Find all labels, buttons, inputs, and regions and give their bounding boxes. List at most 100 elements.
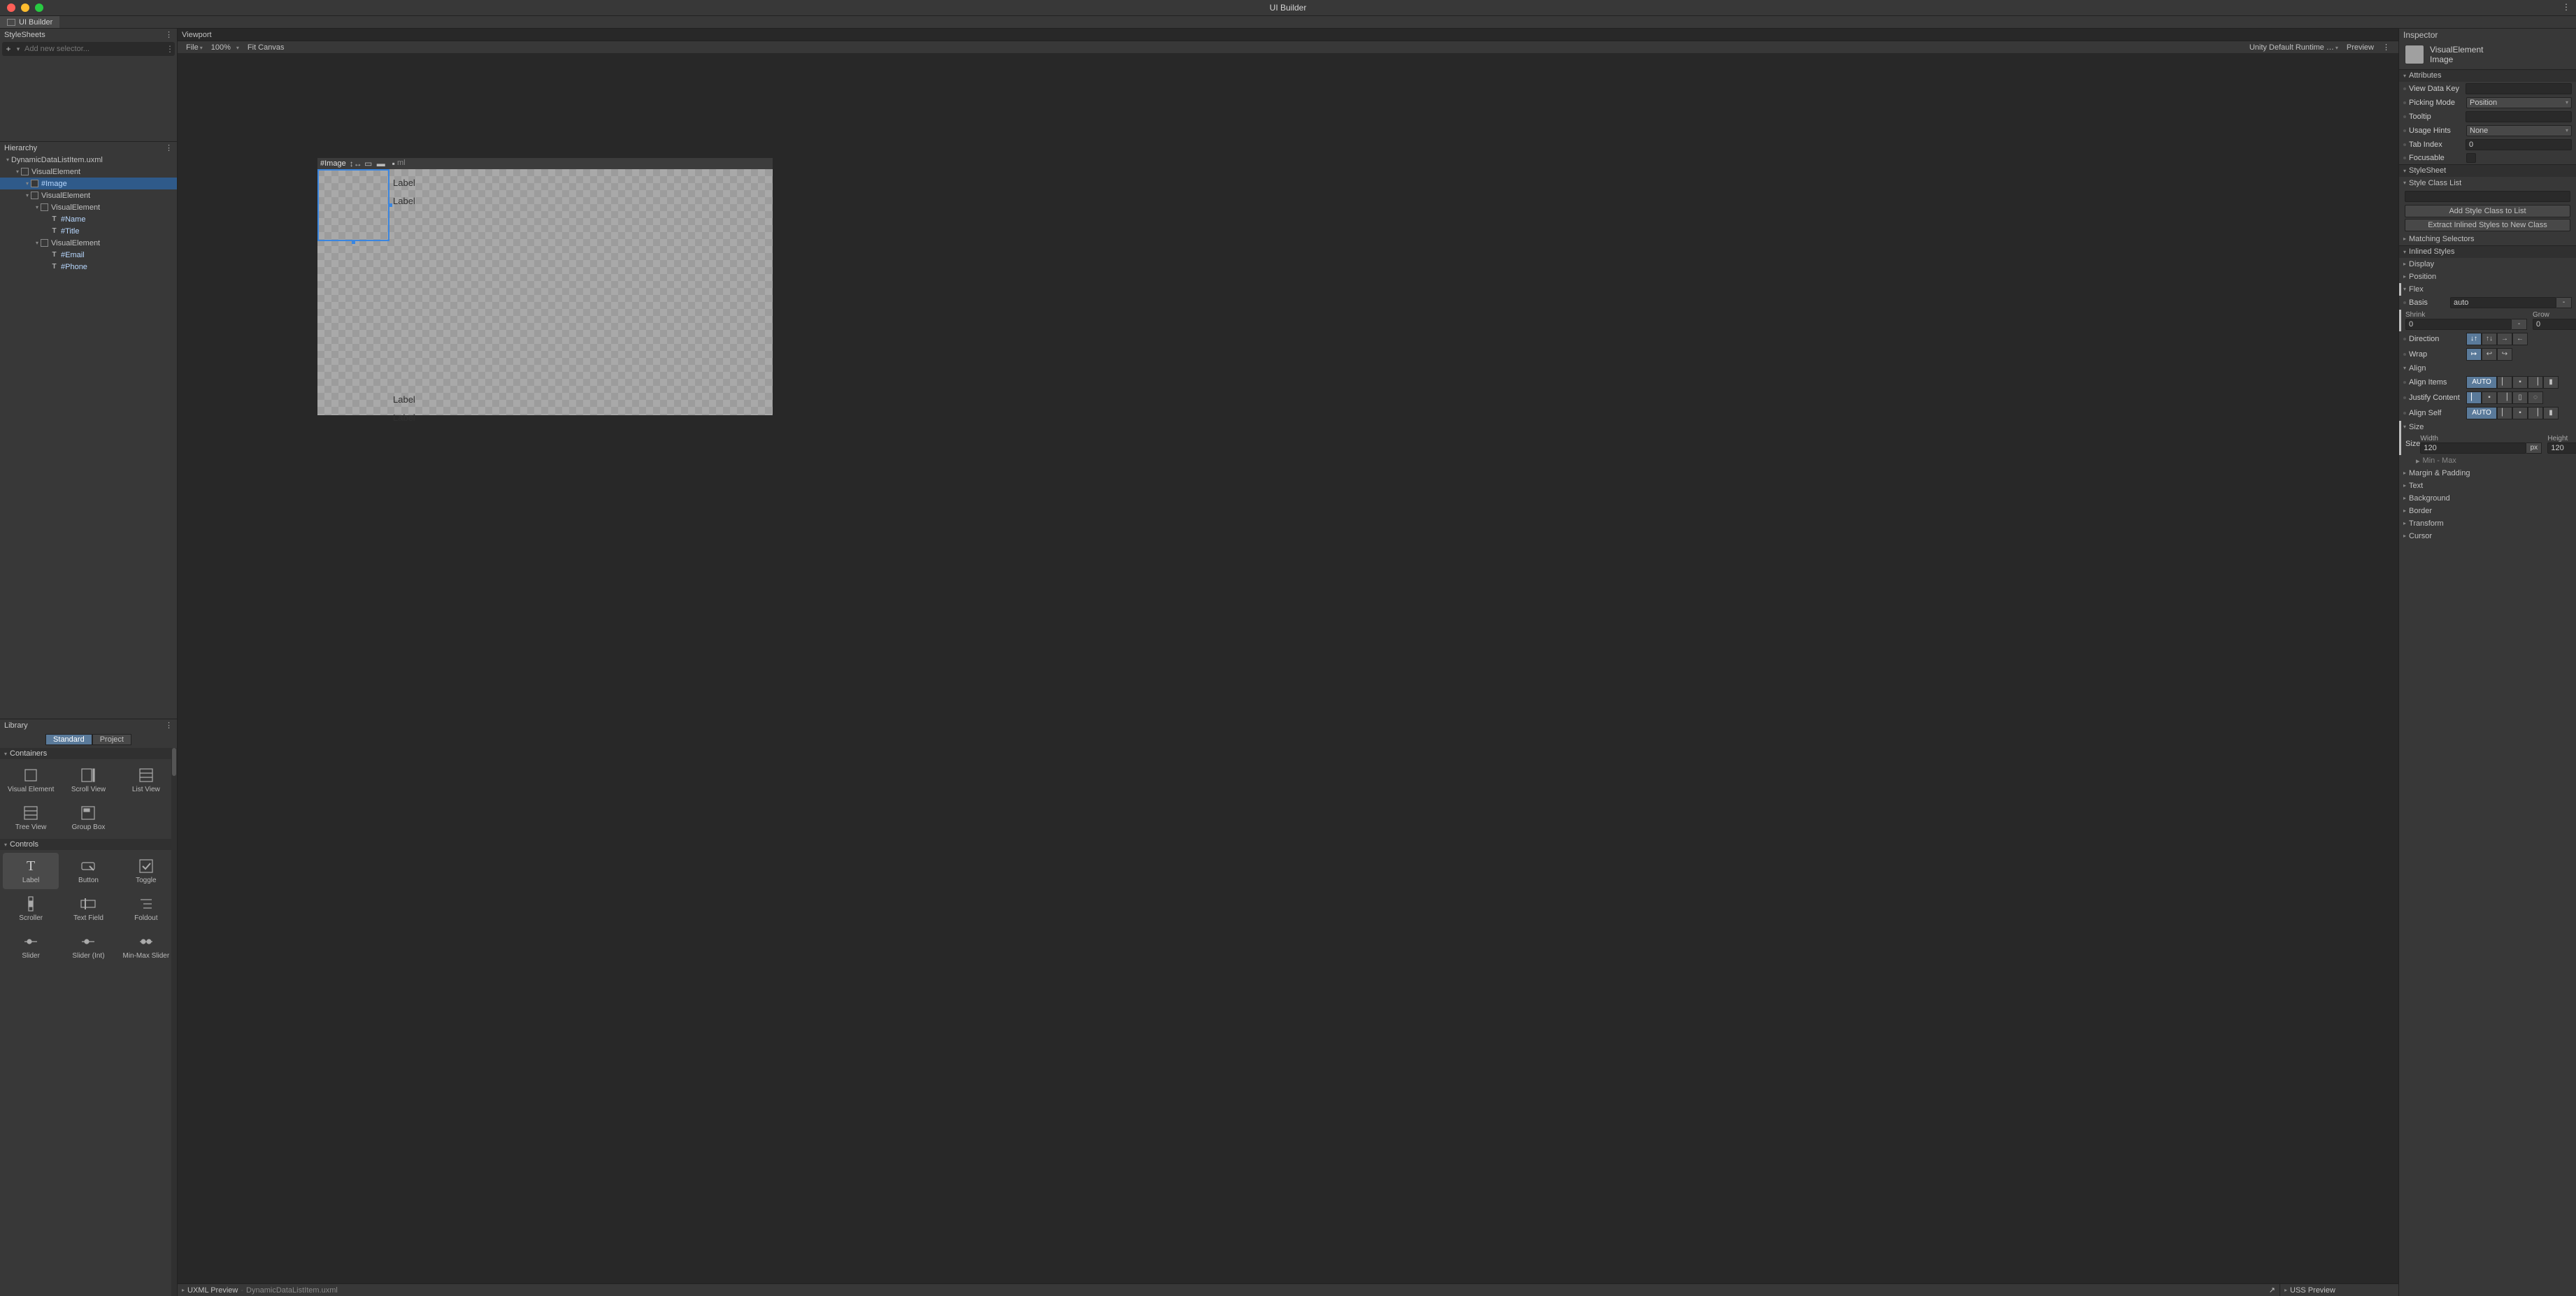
open-external-icon[interactable]: ↗ [2269, 1286, 2280, 1295]
hierarchy-item[interactable]: ▾VisualElement [0, 189, 177, 201]
align-self-auto[interactable]: AUTO [2466, 407, 2497, 419]
foldout-toggle[interactable]: ▾ [24, 180, 31, 187]
library-item[interactable]: Min-Max Slider [118, 928, 174, 965]
library-item[interactable]: Tree View [3, 800, 59, 836]
anchor-icon-2[interactable]: ▬ [375, 159, 387, 168]
uss-preview-toggle[interactable]: ▸ USS Preview [2280, 1284, 2398, 1296]
hierarchy-item[interactable]: T#Email [0, 249, 177, 261]
flex-direction-row-reverse[interactable]: ← [2512, 333, 2528, 345]
hierarchy-item[interactable]: T#Phone [0, 261, 177, 273]
flex-direction-row[interactable]: → [2497, 333, 2512, 345]
foldout-toggle[interactable]: ▾ [14, 168, 21, 175]
inspector-section-position[interactable]: ▸Position [2399, 271, 2576, 283]
inspector-section-stylesheet[interactable]: ▾StyleSheet [2399, 164, 2576, 177]
viewport-fit-canvas-button[interactable]: Fit Canvas [243, 43, 289, 52]
tab-ui-builder[interactable]: UI Builder [0, 16, 59, 28]
align-items-start[interactable]: ▏ [2497, 376, 2512, 389]
move-handle-icon[interactable]: ↕↔ [350, 159, 362, 168]
align-items-center[interactable]: ▪ [2512, 376, 2528, 389]
library-item[interactable]: Slider [3, 928, 59, 965]
inspector-section-background[interactable]: ▸Background [2399, 492, 2576, 505]
flex-wrap[interactable]: ↩ [2482, 348, 2497, 361]
inspector-section-align[interactable]: ▾Align [2399, 362, 2576, 375]
resize-handle-right[interactable] [388, 203, 392, 207]
canvas-document[interactable]: ml #Image ↕↔ ▭ ▬ ▪ Label Label [317, 158, 773, 415]
flex-direction-column[interactable]: ↓↑ [2466, 333, 2482, 345]
close-window-button[interactable] [7, 3, 15, 12]
inspector-section-display[interactable]: ▸Display [2399, 258, 2576, 271]
window-menu-button[interactable]: ⋮ [2562, 2, 2570, 12]
flex-direction-column-reverse[interactable]: ↑↓ [2482, 333, 2497, 345]
maximize-window-button[interactable] [35, 3, 43, 12]
anchor-icon-3[interactable]: ▪ [388, 159, 399, 168]
inspector-section-inlined-styles[interactable]: ▾Inlined Styles [2399, 245, 2576, 258]
hierarchy-item[interactable]: T#Title [0, 225, 177, 237]
selection-header[interactable]: #Image ↕↔ ▭ ▬ ▪ [317, 157, 399, 169]
extract-styles-button[interactable]: Extract Inlined Styles to New Class [2405, 219, 2570, 231]
foldout-toggle[interactable]: ▾ [34, 240, 41, 246]
viewport-theme-dropdown[interactable]: Unity Default Runtime …▾ [2245, 43, 2342, 52]
foldout-toggle[interactable]: ▾ [24, 192, 31, 199]
align-self-center[interactable]: ▪ [2512, 407, 2528, 419]
picking-mode-dropdown[interactable]: Position▾ [2466, 97, 2572, 108]
size-minmax-toggle[interactable]: ▸Min - Max [2399, 455, 2576, 467]
justify-around[interactable]: ◌ [2528, 391, 2543, 404]
align-self-end[interactable]: ▕ [2528, 407, 2543, 419]
justify-between[interactable]: ▯ [2512, 391, 2528, 404]
viewport-file-menu[interactable]: File▾ [182, 43, 207, 52]
align-items-auto[interactable]: AUTO [2466, 376, 2497, 389]
focusable-checkbox[interactable] [2466, 153, 2476, 163]
library-item[interactable]: Slider (Int) [60, 928, 116, 965]
flex-basis-input[interactable] [2450, 297, 2556, 308]
library-item[interactable]: Button [60, 853, 116, 889]
anchor-icon-1[interactable]: ▭ [363, 159, 374, 168]
justify-end[interactable]: ▕ [2497, 391, 2512, 404]
inspector-section-border[interactable]: ▸Border [2399, 505, 2576, 517]
align-items-end[interactable]: ▕ [2528, 376, 2543, 389]
library-item[interactable]: List View [118, 762, 174, 798]
justify-start[interactable]: ▏ [2466, 391, 2482, 404]
usage-hints-dropdown[interactable]: None▾ [2466, 125, 2572, 136]
hierarchy-item[interactable]: ▾VisualElement [0, 201, 177, 213]
flex-grow-input[interactable] [2533, 319, 2576, 330]
inspector-section-size[interactable]: ▾Size [2399, 421, 2576, 433]
hierarchy-item[interactable]: ▾VisualElement [0, 166, 177, 178]
uxml-preview-toggle[interactable]: ▸ UXML Preview - DynamicDataListItem.uxm… [178, 1284, 2280, 1296]
selector-options-button[interactable]: ⋮ [165, 44, 175, 54]
library-item[interactable]: Group Box [60, 800, 116, 836]
flex-wrap-reverse[interactable]: ↪ [2497, 348, 2512, 361]
viewport-canvas[interactable]: ml #Image ↕↔ ▭ ▬ ▪ Label Label [178, 53, 2398, 1283]
hierarchy-menu-button[interactable]: ⋮ [165, 143, 173, 152]
library-item[interactable]: Foldout [118, 891, 174, 927]
library-item[interactable]: Scroll View [60, 762, 116, 798]
viewport-zoom-dropdown[interactable]: 100%▾ [207, 43, 243, 52]
hierarchy-item[interactable]: ▾VisualElement [0, 237, 177, 249]
library-item[interactable]: TLabel [3, 853, 59, 889]
flex-nowrap[interactable]: ↦ [2466, 348, 2482, 361]
inspector-section-matching-selectors[interactable]: ▸Matching Selectors [2399, 233, 2576, 245]
add-selector-button[interactable]: + [2, 44, 15, 54]
align-self-start[interactable]: ▏ [2497, 407, 2512, 419]
align-items-stretch[interactable]: ▮ [2543, 376, 2559, 389]
canvas-label[interactable]: Label [393, 412, 415, 423]
canvas-label[interactable]: Label [393, 394, 415, 405]
library-item[interactable]: Visual Element [3, 762, 59, 798]
foldout-toggle[interactable]: ▾ [4, 157, 11, 163]
hierarchy-item[interactable]: T#Name [0, 213, 177, 225]
resize-handle-bottom[interactable] [352, 240, 355, 244]
stylesheets-menu-button[interactable]: ⋮ [165, 30, 173, 39]
height-input[interactable] [2547, 442, 2576, 454]
inspector-section-margin[interactable]: ▸Margin & Padding [2399, 467, 2576, 480]
inspector-section-text[interactable]: ▸Text [2399, 480, 2576, 492]
canvas-label[interactable]: Label [393, 196, 415, 206]
library-tab-standard[interactable]: Standard [45, 734, 92, 745]
tab-index-input[interactable] [2466, 139, 2572, 150]
flex-shrink-input[interactable] [2405, 319, 2512, 330]
inspector-section-cursor[interactable]: ▸Cursor [2399, 530, 2576, 542]
viewport-preview-toggle[interactable]: Preview [2342, 43, 2378, 52]
library-scrollbar[interactable] [171, 748, 177, 1296]
flex-basis-unit[interactable]: - [2556, 297, 2572, 308]
library-item[interactable]: Scroller [3, 891, 59, 927]
justify-center[interactable]: ▪ [2482, 391, 2497, 404]
add-style-class-button[interactable]: Add Style Class to List [2405, 205, 2570, 217]
